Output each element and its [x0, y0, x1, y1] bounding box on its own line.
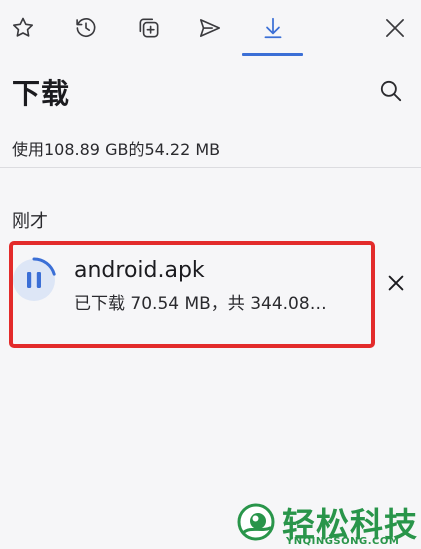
history-tab[interactable]	[68, 10, 104, 46]
top-toolbar	[0, 0, 421, 56]
active-tab-indicator	[242, 53, 303, 56]
remove-download-button[interactable]	[381, 268, 411, 298]
history-icon	[76, 18, 96, 37]
download-status: 已下载 70.54 MB，共 344.08…	[74, 294, 327, 314]
watermark-logo	[237, 503, 275, 541]
search-icon	[380, 80, 402, 102]
collections-tab[interactable]	[131, 10, 167, 46]
divider	[0, 167, 421, 168]
download-filename: android.apk	[74, 258, 205, 283]
download-icon	[264, 17, 282, 39]
downloads-tab[interactable]	[255, 10, 291, 46]
share-icon	[199, 19, 221, 37]
share-tab[interactable]	[192, 10, 228, 46]
page-title: 下载	[12, 77, 71, 110]
star-icon	[12, 17, 34, 37]
watermark-url: YNQINGSONG.COM	[286, 536, 400, 547]
watermark: 轻松科技 YNQINGSONG.COM	[236, 498, 421, 549]
section-label-recent: 刚才	[12, 211, 48, 232]
pause-download-button[interactable]	[11, 257, 57, 303]
search-button[interactable]	[374, 74, 408, 108]
close-icon	[386, 19, 404, 37]
storage-usage: 使用108.89 GB的54.22 MB	[12, 140, 221, 159]
collections-icon	[139, 18, 159, 38]
pause-icon	[27, 272, 32, 288]
close-panel-button[interactable]	[377, 10, 413, 46]
favorites-tab[interactable]	[5, 10, 41, 46]
close-icon	[388, 275, 404, 291]
